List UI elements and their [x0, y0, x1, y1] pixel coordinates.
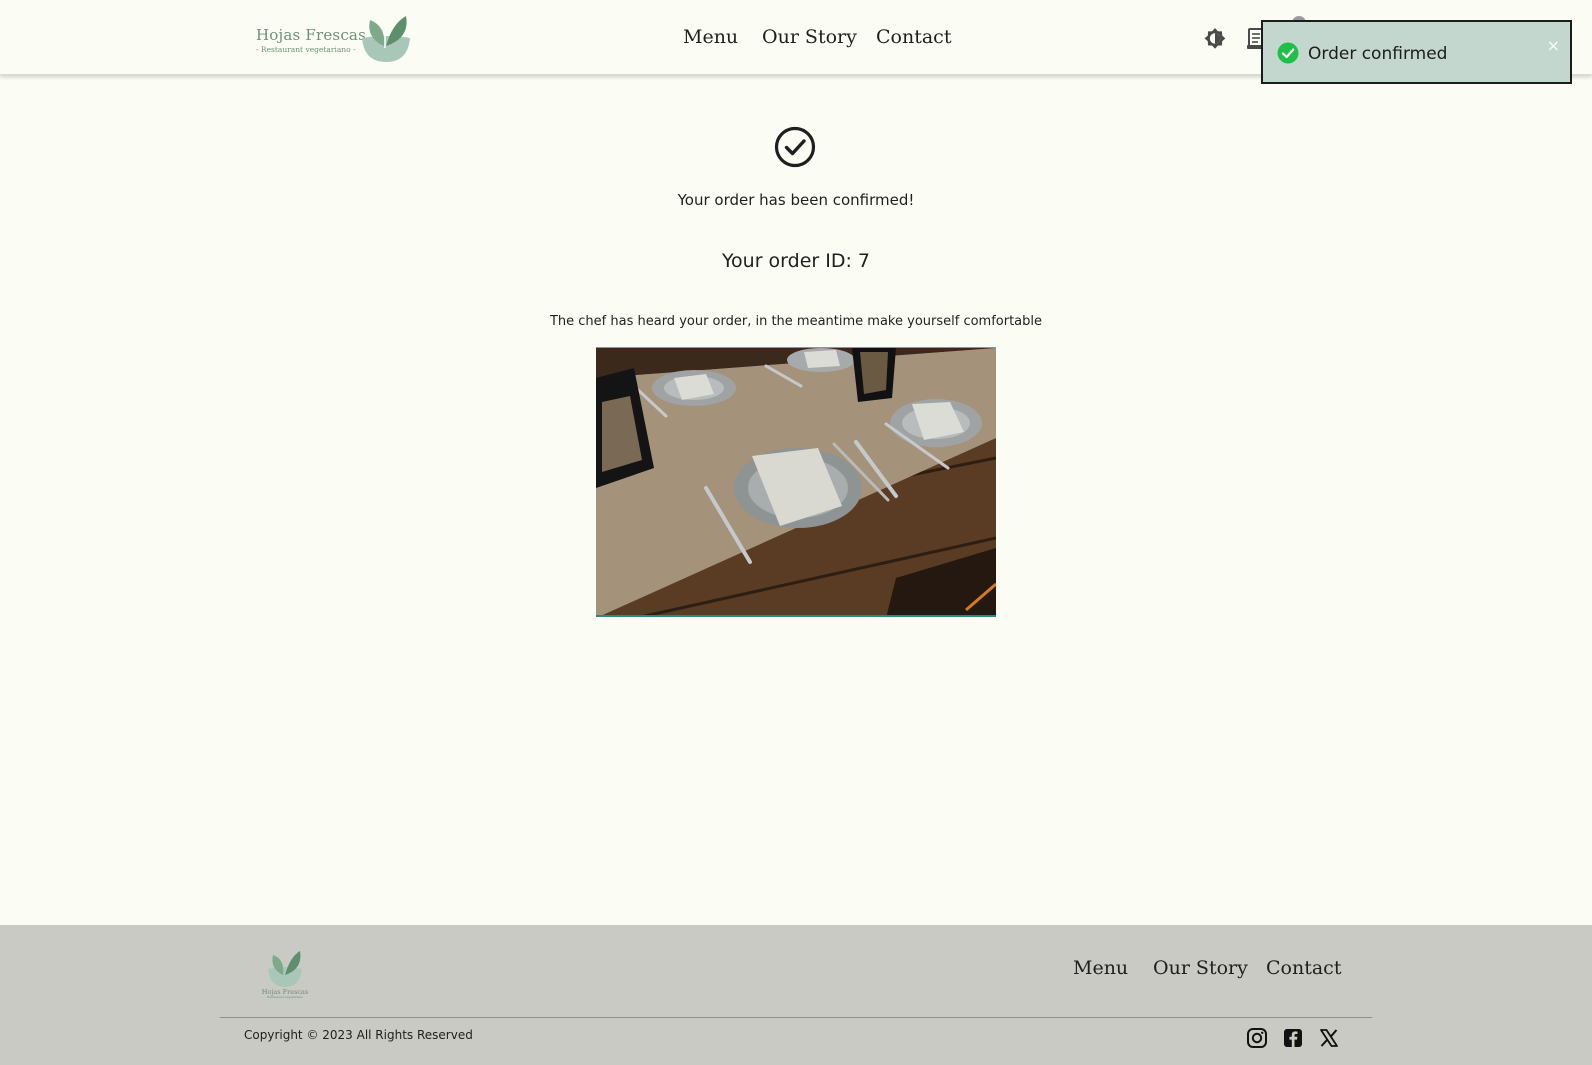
- facebook-icon[interactable]: [1282, 1027, 1304, 1049]
- check-circle-icon: [774, 126, 816, 168]
- toast-message: Order confirmed: [1308, 44, 1448, 64]
- chef-message: The chef has heard your order, in the me…: [549, 314, 1043, 329]
- footer-logo-tagline: Restaurant vegetariano: [267, 995, 303, 999]
- site-footer: Hojas Frescas Restaurant vegetariano Men…: [0, 925, 1592, 1065]
- copyright: Copyright © 2023 All Rights Reserved: [244, 1028, 473, 1042]
- nav-menu-link[interactable]: Menu: [683, 26, 738, 48]
- footer-contact-link[interactable]: Contact: [1266, 957, 1341, 979]
- footer-divider: [220, 1017, 1372, 1018]
- confirmation-message: Your order has been confirmed!: [677, 191, 915, 209]
- toast-close-button[interactable]: ×: [1547, 36, 1560, 55]
- instagram-icon[interactable]: [1246, 1027, 1268, 1049]
- order-confirmed-toast: Order confirmed ×: [1261, 20, 1572, 84]
- footer-logo[interactable]: Hojas Frescas Restaurant vegetariano: [260, 947, 310, 999]
- nav-contact-link[interactable]: Contact: [876, 26, 951, 48]
- footer-leaf-icon: Hojas Frescas Restaurant vegetariano: [262, 951, 308, 999]
- nav-our-story-link[interactable]: Our Story: [762, 26, 857, 48]
- theme-toggle-icon[interactable]: [1202, 26, 1228, 52]
- x-icon[interactable]: [1318, 1027, 1340, 1049]
- footer-our-story-link[interactable]: Our Story: [1153, 957, 1248, 979]
- success-check-icon: [1277, 42, 1299, 64]
- footer-menu-link[interactable]: Menu: [1073, 957, 1128, 979]
- order-id: Your order ID: 7: [721, 250, 871, 272]
- table-setting-photo: [596, 347, 996, 617]
